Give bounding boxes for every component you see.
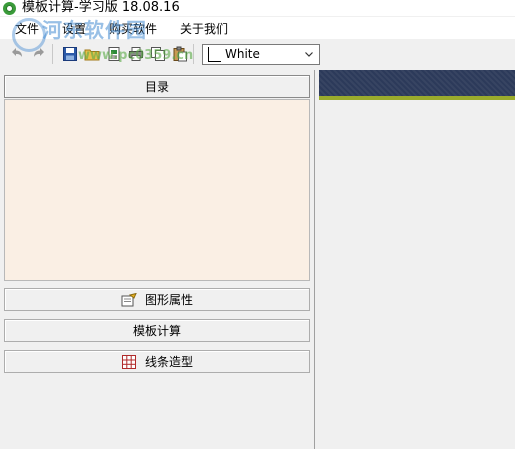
canvas-area[interactable]: [319, 70, 515, 449]
redo-icon[interactable]: [30, 45, 48, 63]
toolbar: White: [0, 40, 515, 68]
save-icon[interactable]: [61, 45, 79, 63]
line-modeling-label: 线条造型: [144, 355, 193, 369]
toolbar-separator: [52, 44, 53, 64]
canvas-accent-line: [319, 96, 515, 100]
catalog-label: 目录: [144, 80, 169, 94]
shape-properties-button[interactable]: 图形属性: [4, 288, 310, 311]
title-bar: 模板计算-学习版 18.08.16: [0, 0, 515, 16]
paste-icon[interactable]: [171, 45, 189, 63]
copy-icon[interactable]: [149, 45, 167, 63]
menu-file[interactable]: 文件: [15, 20, 49, 37]
menu-about-us[interactable]: 关于我们: [180, 20, 238, 37]
menu-settings[interactable]: 设置: [62, 20, 96, 37]
template-calc-label: 模板计算: [132, 324, 181, 338]
template-calc-button[interactable]: 模板计算: [4, 319, 310, 342]
app-icon: [3, 1, 16, 15]
shape-properties-icon: [121, 292, 137, 307]
catalog-header[interactable]: 目录: [4, 75, 310, 98]
color-select-value: White: [225, 47, 260, 61]
menu-bar: 文件 设置 购买软件 关于我们: [0, 17, 515, 39]
grid-icon: [121, 354, 137, 369]
color-select[interactable]: White: [202, 43, 320, 65]
line-modeling-button[interactable]: 线条造型: [4, 350, 310, 373]
toolbar-separator: [193, 44, 194, 64]
left-panel: 目录 图形属性 模板计算 线条造型: [0, 70, 315, 449]
catalog-tree[interactable]: [4, 99, 310, 281]
canvas-header-strip: [319, 70, 515, 96]
print-icon[interactable]: [127, 45, 145, 63]
color-swatch: [208, 46, 221, 62]
export-icon[interactable]: [105, 45, 123, 63]
chevron-down-icon: [304, 48, 314, 62]
undo-icon[interactable]: [8, 45, 26, 63]
window-title: 模板计算-学习版 18.08.16: [22, 0, 180, 15]
open-folder-icon[interactable]: [83, 45, 101, 63]
shape-properties-label: 图形属性: [144, 293, 193, 307]
menu-buy-software[interactable]: 购买软件: [109, 20, 167, 37]
